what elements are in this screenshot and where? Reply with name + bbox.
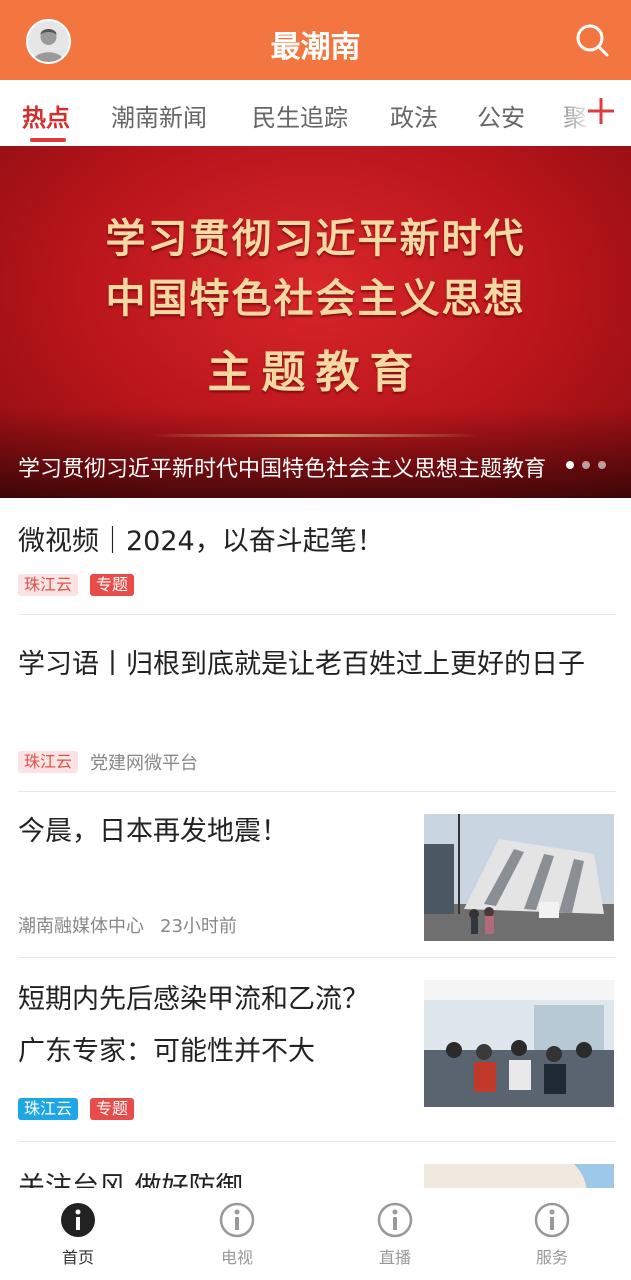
- channel-tabs: 热点 潮南新闻 民生追踪 政法 公安 聚: [0, 80, 631, 146]
- tab-law[interactable]: 政法: [390, 98, 438, 133]
- article-title: 今晨，日本再发地震！: [18, 816, 288, 847]
- app-title: 最潮南: [270, 30, 361, 65]
- banner-carousel[interactable]: 学习贯彻习近平新时代 中国特色社会主义思想 主题教育 学习贯彻习近平新时代中国特…: [0, 146, 631, 498]
- tabbar-tv[interactable]: 电视: [187, 1202, 287, 1268]
- article-title: 关注台风 做好防御: [18, 1172, 243, 1188]
- article-title: 微视频｜2024，以奋斗起笔！: [18, 526, 384, 557]
- source-tag: 珠江云: [18, 574, 79, 596]
- banner-caption: 学习贯彻习近平新时代中国特色社会主义思想主题教育: [18, 457, 547, 482]
- source-tag: 珠江云: [18, 751, 79, 773]
- article-source: 党建网微平台: [90, 753, 199, 774]
- tabbar-home-label: 首页: [61, 1248, 94, 1267]
- article-time: 23小时前: [160, 916, 237, 937]
- tabbar-live-label: 直播: [378, 1248, 411, 1267]
- list-item[interactable]: 今晨，日本再发地震！ 潮南融媒体中心 23小时前: [18, 792, 616, 958]
- plus-icon[interactable]: [586, 96, 616, 126]
- carousel-dot: [598, 461, 606, 469]
- source-tag: 珠江云: [18, 1098, 79, 1120]
- list-item[interactable]: 短期内先后感染甲流和乙流？广东专家：可能性并不大 珠江云 专题: [18, 958, 616, 1142]
- info-icon: [61, 1203, 95, 1237]
- tab-hot[interactable]: 热点: [22, 98, 70, 133]
- tabbar-home[interactable]: 首页: [28, 1202, 128, 1268]
- topic-tag: 专题: [90, 574, 135, 596]
- news-feed: 微视频｜2024，以奋斗起笔！ 珠江云 专题 学习语丨归根到底就是让老百姓过上更好…: [0, 498, 631, 1188]
- list-item[interactable]: 微视频｜2024，以奋斗起笔！ 珠江云 专题: [18, 498, 616, 615]
- article-source: 潮南融媒体中心: [18, 916, 144, 937]
- banner-headline-line1: 学习贯彻习近平新时代: [105, 216, 526, 262]
- bottom-tab-bar: 首页 电视 直播 服务: [0, 1188, 631, 1280]
- search-icon[interactable]: [574, 22, 610, 58]
- article-title: 短期内先后感染甲流和乙流？广东专家：可能性并不大: [18, 984, 369, 1067]
- tabbar-live[interactable]: 直播: [345, 1202, 445, 1268]
- carousel-dot: [566, 461, 574, 469]
- tab-chaonan-news[interactable]: 潮南新闻: [111, 98, 207, 133]
- carousel-dot: [582, 461, 590, 469]
- info-icon: [377, 1202, 413, 1238]
- banner-headline-line3: 主题教育: [207, 347, 424, 398]
- tab-livelihood[interactable]: 民生追踪: [252, 98, 348, 133]
- tabbar-tv-label: 电视: [220, 1248, 253, 1267]
- top-app-bar: 最潮南: [0, 0, 631, 80]
- tab-police[interactable]: 公安: [477, 98, 525, 133]
- map-photo: [424, 1164, 614, 1188]
- info-icon: [219, 1202, 255, 1238]
- info-icon: [534, 1202, 570, 1238]
- hospital-photo: [424, 980, 614, 1107]
- tabbar-services-label: 服务: [535, 1248, 568, 1267]
- topic-tag: 专题: [90, 1098, 135, 1120]
- carousel-indicator: [564, 461, 614, 471]
- list-item[interactable]: 关注台风 做好防御: [18, 1142, 616, 1188]
- banner-headline-line2: 中国特色社会主义思想: [105, 276, 526, 322]
- list-item[interactable]: 学习语丨归根到底就是让老百姓过上更好的日子 珠江云 党建网微平台: [18, 615, 616, 792]
- tabbar-services[interactable]: 服务: [502, 1202, 602, 1268]
- active-tab-indicator: [30, 138, 66, 142]
- article-title: 学习语丨归根到底就是让老百姓过上更好的日子: [18, 649, 585, 680]
- earthquake-photo: [424, 814, 614, 941]
